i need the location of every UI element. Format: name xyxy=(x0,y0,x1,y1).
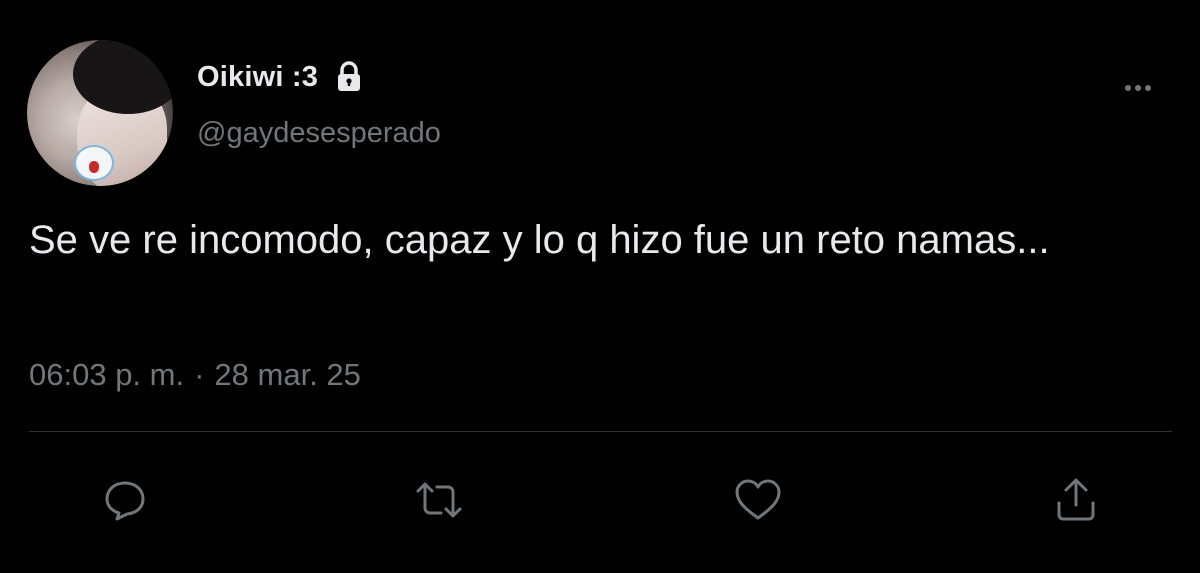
tweet-date[interactable]: 28 mar. 25 xyxy=(214,357,360,393)
lock-icon xyxy=(332,60,366,94)
tweet-time[interactable]: 06:03 p. m. xyxy=(29,357,184,393)
like-button[interactable] xyxy=(730,472,786,528)
user-handle[interactable]: @gaydesesperado xyxy=(197,117,441,150)
meta-separator: · xyxy=(194,357,205,392)
retweet-arrows-icon xyxy=(416,482,462,518)
share-button[interactable] xyxy=(1048,472,1104,528)
tweet-text: Se ve re incomodo, capaz y lo q hizo fue… xyxy=(29,218,1050,262)
share-arrow-icon xyxy=(1057,478,1095,521)
display-name-row: Oikiwi :3 xyxy=(197,57,366,97)
tweet-meta: 06:03 p. m. · 28 mar. 25 xyxy=(29,357,361,393)
divider xyxy=(29,431,1172,432)
display-name[interactable]: Oikiwi :3 xyxy=(197,61,318,94)
avatar-sticker xyxy=(74,145,114,181)
retweet-button[interactable] xyxy=(411,472,467,528)
avatar[interactable] xyxy=(27,40,173,186)
speech-bubble-icon xyxy=(105,481,145,521)
more-options-icon[interactable] xyxy=(1118,78,1158,98)
heart-icon xyxy=(735,479,781,520)
tweet-card: Oikiwi :3 @gaydesesperado Se ve re incom… xyxy=(0,0,1200,573)
reply-button[interactable] xyxy=(97,472,153,528)
